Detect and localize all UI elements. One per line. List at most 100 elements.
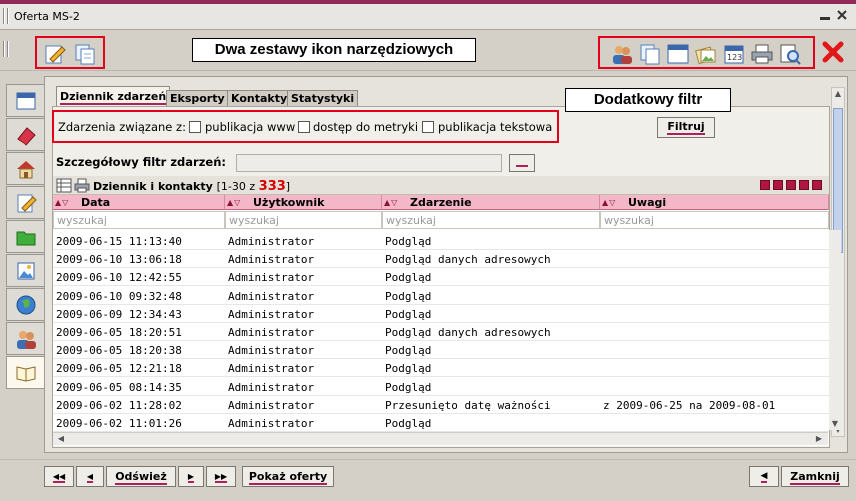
table-cell: Przesunięto datę ważności	[385, 398, 551, 412]
detail-filter-clear-button[interactable]	[509, 154, 535, 172]
table-cell: Podgląd	[385, 417, 432, 430]
window-icon[interactable]	[666, 42, 690, 66]
first-page-icon: ◀◀	[52, 472, 66, 483]
column-header-event[interactable]: ▲▽ Zdarzenie	[382, 195, 600, 210]
tab-contacts[interactable]: Kontakty	[227, 90, 292, 106]
table-row[interactable]: 2009-06-02 11:28:02 Administrator Przesuni…	[53, 396, 829, 414]
checkbox-text[interactable]	[422, 121, 434, 133]
filter-button[interactable]: Filtruj	[657, 117, 715, 138]
edit-icon[interactable]	[43, 42, 67, 66]
back-arrow-icon: ◀	[760, 471, 768, 483]
side-tab-edit[interactable]	[6, 186, 44, 219]
back-button[interactable]: ◀	[749, 466, 779, 487]
side-tab-folder[interactable]	[6, 220, 44, 253]
grid-horizontal-scrollbar[interactable]: ◀ ▶	[53, 432, 828, 445]
table-row[interactable]: 2009-06-10 09:32:48 Administrator Podgląd	[53, 287, 829, 305]
side-tab-image[interactable]	[6, 254, 44, 287]
table-row[interactable]: 2009-06-02 11:01:26 Administrator Podgląd	[53, 414, 829, 432]
refresh-button-label: Odśwież	[115, 470, 167, 485]
column-header-date[interactable]: ▲▽ Data	[53, 195, 225, 210]
table-cell: 2009-06-10 13:06:18	[56, 253, 182, 267]
table-row[interactable]: 2009-06-10 13:06:18 Administrator Podgląd …	[53, 250, 829, 269]
scroll-up-icon[interactable]: ▲	[832, 88, 844, 100]
search-notes-field[interactable]: wyszukaj	[600, 211, 829, 229]
first-page-button[interactable]: ◀◀	[44, 466, 74, 487]
search-event-field[interactable]: wyszukaj	[382, 211, 600, 229]
close-button[interactable]: Zamknij	[781, 466, 849, 487]
close-icon[interactable]	[835, 9, 849, 23]
toolbar-grip	[7, 41, 9, 57]
page-indicator[interactable]	[812, 180, 822, 190]
side-tab-users[interactable]	[6, 322, 44, 355]
prev-page-button[interactable]: ◀	[76, 466, 104, 487]
checkbox-www[interactable]	[189, 121, 201, 133]
last-page-button[interactable]: ▶▶	[206, 466, 236, 487]
last-page-icon: ▶▶	[214, 472, 228, 483]
tab-label: Eksporty	[170, 92, 225, 105]
page-indicator[interactable]	[773, 180, 783, 190]
sort-arrows-icon[interactable]: ▲▽	[55, 198, 69, 207]
table-row[interactable]: 2009-06-05 08:14:35 Administrator Podgląd	[53, 378, 829, 396]
copy-icon[interactable]	[638, 42, 662, 66]
table-cell: 2009-06-05 18:20:51	[56, 326, 182, 339]
table-cell: Podgląd	[385, 362, 432, 376]
table-row[interactable]: 2009-06-09 12:34:43 Administrator Podgląd	[53, 305, 829, 323]
delete-icon[interactable]	[821, 40, 845, 64]
column-header-notes[interactable]: ▲▽ Uwagi	[600, 195, 829, 210]
users-icon[interactable]	[610, 42, 634, 66]
tab-statistics[interactable]: Statystyki	[287, 90, 359, 106]
table-row[interactable]: 2009-06-10 12:42:55 Administrator Podgląd	[53, 268, 829, 287]
search-date-field[interactable]: wyszukaj	[53, 211, 225, 229]
detail-filter-input[interactable]	[236, 154, 502, 172]
close-button-label: Zamknij	[790, 470, 840, 485]
printer-icon[interactable]	[74, 178, 90, 193]
page-indicator[interactable]	[799, 180, 809, 190]
side-tab-home[interactable]	[6, 152, 44, 185]
column-label: Zdarzenie	[410, 196, 472, 209]
next-page-button[interactable]: ▶	[178, 466, 204, 487]
side-tab-calendar[interactable]	[6, 84, 44, 117]
minimize-icon[interactable]	[818, 9, 832, 23]
scroll-down-icon[interactable]: ▼	[829, 418, 841, 430]
tab-exports[interactable]: Eksporty	[166, 90, 229, 106]
refresh-button[interactable]: Odśwież	[106, 466, 176, 487]
users-icon	[17, 331, 36, 349]
calendar-icon[interactable]: 123	[722, 42, 746, 66]
toolbar: Dwa zestawy ikon narzędziowych 123	[0, 31, 856, 71]
print-preview-icon[interactable]	[778, 42, 802, 66]
side-tab-log[interactable]	[6, 356, 48, 389]
page-indicator[interactable]	[760, 180, 770, 190]
scroll-left-icon[interactable]: ◀	[55, 433, 67, 445]
search-user-field[interactable]: wyszukaj	[225, 211, 382, 229]
show-offers-button[interactable]: Pokaż oferty	[242, 466, 334, 487]
tab-label: Kontakty	[231, 92, 288, 105]
table-cell: 2009-06-05 12:21:18	[56, 362, 182, 376]
grid-scrollbar[interactable]: ▼	[829, 230, 841, 430]
printer-icon[interactable]	[750, 42, 774, 66]
column-header-user[interactable]: ▲▽ Użytkownik	[225, 195, 382, 210]
table-cell: Podgląd danych adresowych	[385, 253, 551, 267]
globe-icon	[16, 295, 36, 315]
page-indicator[interactable]	[786, 180, 796, 190]
side-tab-globe[interactable]	[6, 288, 44, 321]
table-row[interactable]: 2009-06-05 18:20:51 Administrator Podgląd …	[53, 323, 829, 341]
scroll-right-icon[interactable]: ▶	[813, 433, 825, 445]
column-label: Użytkownik	[253, 196, 325, 209]
grid-title-text: Dziennik i kontakty	[93, 180, 213, 193]
checkbox-metric[interactable]	[298, 121, 310, 133]
table-row[interactable]: 2009-06-05 18:20:38 Administrator Podgląd	[53, 341, 829, 360]
sort-arrows-icon[interactable]: ▲▽	[227, 198, 241, 207]
table-cell: z 2009-06-25 na 2009-08-01	[603, 398, 776, 412]
table-cell: Podgląd danych adresowych	[385, 326, 551, 339]
table-row[interactable]: 2009-06-15 11:13:40 Administrator Podgląd	[53, 232, 829, 250]
sort-arrows-icon[interactable]: ▲▽	[384, 198, 398, 207]
table-cell: Podgląd	[385, 271, 432, 285]
copy-icon[interactable]	[73, 42, 97, 66]
tab-event-log[interactable]: Dziennik zdarzeń	[56, 86, 171, 106]
side-tab-eraser[interactable]	[6, 118, 44, 151]
sort-arrows-icon[interactable]: ▲▽	[602, 198, 616, 207]
table-row[interactable]: 2009-06-05 12:21:18 Administrator Podgląd	[53, 359, 829, 378]
photo-icon[interactable]	[694, 42, 718, 66]
table-cell: Administrator	[228, 253, 315, 267]
eraser-icon	[17, 127, 36, 146]
